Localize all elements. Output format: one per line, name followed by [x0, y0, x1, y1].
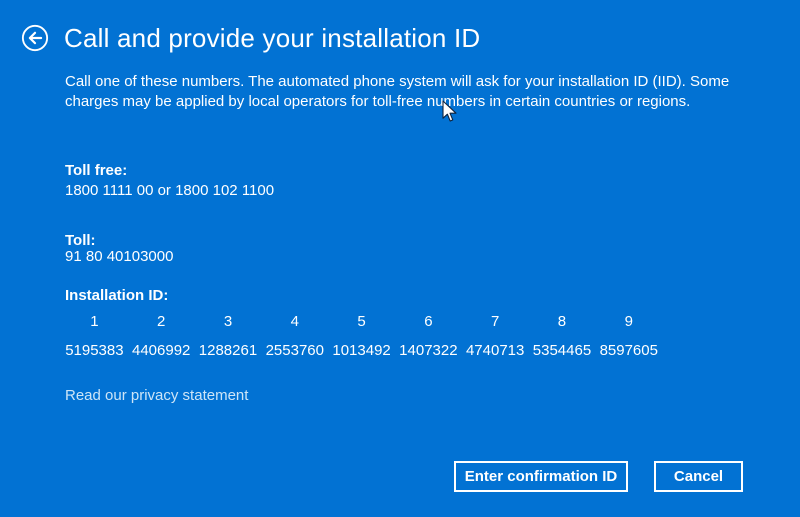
iid-value-2: 4406992	[131, 342, 191, 359]
page-title: Call and provide your installation ID	[64, 23, 481, 53]
iid-col-header-9: 9	[624, 313, 633, 330]
iid-value-5: 1013492	[332, 342, 391, 359]
iid-col-header-7: 7	[491, 313, 500, 330]
button-row: Enter confirmation ID Cancel	[454, 461, 743, 492]
intro-line-1: Call one of these numbers. The automated…	[65, 73, 730, 90]
toll-free-numbers: 1800 1111 00 or 1800 102 1100	[65, 182, 275, 199]
installation-id-label: Installation ID:	[65, 287, 169, 304]
iid-col-header-4: 4	[290, 313, 299, 330]
intro-text: Call one of these numbers. The automated…	[65, 72, 729, 111]
intro-line-2: charges may be applied by local operator…	[65, 92, 691, 110]
installation-id-values: 5195383 4406992 1288261 2553760 1013492 …	[61, 342, 662, 359]
iid-col-header-5: 5	[357, 313, 366, 330]
iid-col-header-2: 2	[157, 313, 166, 330]
iid-value-9: 8597605	[599, 342, 658, 359]
iid-value-7: 4740713	[465, 342, 525, 359]
iid-value-4: 2553760	[265, 342, 324, 359]
iid-col-header-1: 1	[90, 313, 99, 330]
back-button[interactable]	[21, 24, 49, 52]
iid-col-header-8: 8	[557, 313, 567, 330]
header: Call and provide your installation ID	[21, 22, 480, 54]
back-arrow-icon	[21, 24, 49, 52]
iid-value-6: 1407322	[399, 342, 458, 359]
iid-value-3: 1288261	[198, 342, 258, 359]
iid-value-8: 5354465	[532, 342, 592, 359]
privacy-statement-link[interactable]: Read our privacy statement	[65, 387, 248, 404]
iid-value-1: 5195383	[65, 342, 124, 359]
enter-confirmation-id-button[interactable]: Enter confirmation ID	[454, 461, 628, 492]
toll-number: 91 80 40103000	[65, 248, 174, 265]
iid-col-header-3: 3	[223, 313, 233, 330]
toll-label: Toll:	[65, 232, 96, 249]
installation-id-column-headers: 1 2 3 4 5 6 7 8 9	[61, 313, 662, 330]
iid-col-header-6: 6	[424, 313, 433, 330]
toll-free-label: Toll free:	[65, 162, 128, 179]
activation-call-screen: Call and provide your installation ID Ca…	[0, 0, 800, 517]
cancel-button[interactable]: Cancel	[654, 461, 743, 492]
